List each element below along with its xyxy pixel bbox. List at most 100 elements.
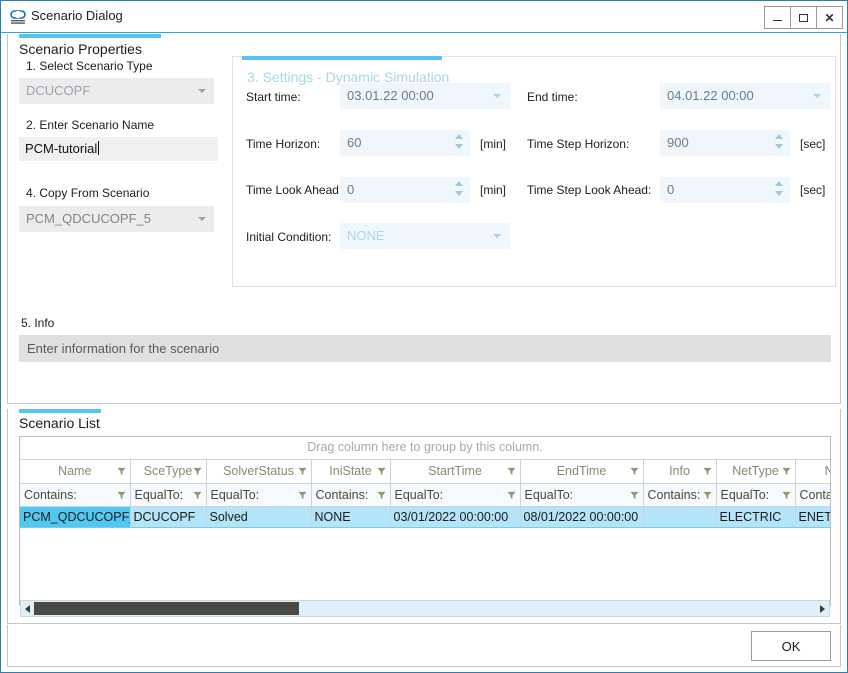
scroll-left-button[interactable]	[21, 601, 34, 616]
scrollbar-thumb[interactable]	[34, 602, 299, 615]
scenario-dialog-window: Scenario Dialog ✕ Scenario Properties 1.…	[0, 0, 848, 673]
time-step-horizon-spinner[interactable]: 900	[660, 130, 790, 156]
end-time-dropdown[interactable]: 04.01.22 00:00	[660, 83, 830, 109]
column-header-label: SolverStatus	[223, 464, 294, 479]
column-header-netnam[interactable]: NetNam	[795, 460, 830, 484]
time-step-look-ahead-label: Time Step Look Ahead:	[527, 183, 652, 197]
filter-funnel-icon[interactable]	[192, 491, 202, 500]
table-head: Name SceType SolverStatus IniState StartTime…	[20, 460, 830, 507]
scrollbar-track[interactable]	[34, 601, 816, 616]
filter-funnel-icon[interactable]	[297, 467, 307, 476]
time-step-look-ahead-spinner[interactable]: 0	[660, 177, 790, 203]
scenario-name-value: PCM-tutorial	[25, 141, 98, 156]
spinner-arrows-icon[interactable]	[775, 134, 784, 153]
column-filter-netnam[interactable]: Contains:	[795, 483, 830, 507]
end-time-label: End time:	[527, 90, 578, 104]
column-header-starttime[interactable]: StartTime	[390, 460, 521, 484]
time-look-ahead-value: 0	[347, 182, 355, 197]
maximize-button[interactable]	[790, 6, 817, 29]
column-filter-nettype[interactable]: EqualTo:	[716, 483, 796, 507]
window-title: Scenario Dialog	[31, 8, 123, 23]
cell-netnam[interactable]: ENET09_1	[795, 506, 830, 528]
scenario-list-heading: Scenario List	[19, 415, 100, 431]
horizontal-scrollbar[interactable]	[20, 600, 830, 617]
settings-tab-accent	[242, 56, 442, 60]
arrow-left-icon	[25, 604, 30, 613]
cell-starttime[interactable]: 03/01/2022 00:00:00	[390, 506, 521, 528]
cell-inistate[interactable]: NONE	[311, 506, 391, 528]
filter-funnel-icon[interactable]	[702, 467, 712, 476]
filter-funnel-icon[interactable]	[192, 467, 202, 476]
scroll-right-button[interactable]	[816, 601, 829, 616]
column-header-scetype[interactable]: SceType	[130, 460, 207, 484]
filter-funnel-icon[interactable]	[376, 467, 386, 476]
column-filter-label: EqualTo:	[720, 487, 770, 502]
link-chain-icon	[10, 10, 26, 24]
filter-funnel-icon[interactable]	[297, 491, 307, 500]
scenario-properties-panel: Scenario Properties 1. Select Scenario T…	[7, 34, 841, 404]
column-filter-label: EqualTo:	[210, 487, 260, 502]
column-header-label: NetType	[732, 464, 779, 479]
column-header-inistate[interactable]: IniState	[311, 460, 391, 484]
filter-funnel-icon[interactable]	[629, 467, 639, 476]
cell-endtime[interactable]: 08/01/2022 00:00:00	[520, 506, 644, 528]
column-filter-info[interactable]: Contains:	[643, 483, 717, 507]
minimize-button[interactable]	[764, 6, 791, 29]
cell-name[interactable]: PCM_QDCUCOPF_5	[20, 506, 131, 528]
column-header-label: IniState	[329, 464, 372, 479]
group-by-drop-area[interactable]: Drag column here to group by this column…	[20, 437, 830, 460]
filter-funnel-icon[interactable]	[702, 491, 712, 500]
filter-funnel-icon[interactable]	[506, 467, 516, 476]
column-filter-name[interactable]: Contains:	[20, 483, 131, 507]
filter-funnel-icon[interactable]	[781, 467, 791, 476]
scenario-type-dropdown[interactable]: DCUCOPF	[19, 78, 214, 104]
time-step-look-ahead-unit: [sec]	[800, 183, 826, 197]
start-time-dropdown[interactable]: 03.01.22 00:00	[340, 83, 510, 109]
scenario-type-value: DCUCOPF	[26, 83, 91, 98]
column-filter-inistate[interactable]: Contains:	[311, 483, 391, 507]
cell-scetype[interactable]: DCUCOPF	[130, 506, 207, 528]
column-header-name[interactable]: Name	[20, 460, 131, 484]
cell-info[interactable]	[643, 506, 717, 528]
spinner-arrows-icon[interactable]	[455, 134, 464, 153]
table-row[interactable]: PCM_QDCUCOPF_5DCUCOPFSolvedNONE03/01/202…	[20, 506, 830, 528]
copy-from-scenario-dropdown[interactable]: PCM_QDCUCOPF_5	[19, 206, 214, 232]
info-input[interactable]: Enter information for the scenario	[19, 335, 831, 362]
time-horizon-unit: [min]	[480, 137, 507, 151]
column-header-solverstatus[interactable]: SolverStatus	[206, 460, 312, 484]
time-look-ahead-unit: [min]	[480, 183, 507, 197]
column-filter-endtime[interactable]: EqualTo:	[520, 483, 644, 507]
start-time-label: Start time:	[246, 90, 301, 104]
column-filter-solverstatus[interactable]: EqualTo:	[206, 483, 312, 507]
spinner-arrows-icon[interactable]	[775, 181, 784, 200]
filter-funnel-icon[interactable]	[116, 491, 126, 500]
column-filter-scetype[interactable]: EqualTo:	[130, 483, 207, 507]
filter-funnel-icon[interactable]	[506, 491, 516, 500]
filter-funnel-icon[interactable]	[376, 491, 386, 500]
scenario-name-input[interactable]: PCM-tutorial	[19, 137, 218, 161]
time-step-horizon-value: 900	[667, 135, 689, 150]
column-header-info[interactable]: Info	[643, 460, 717, 484]
settings-group: 3. Settings - Dynamic Simulation Start t…	[232, 56, 836, 287]
close-button[interactable]: ✕	[816, 6, 843, 29]
filter-funnel-icon[interactable]	[781, 491, 791, 500]
chevron-down-icon	[493, 234, 501, 238]
info-label: 5. Info	[21, 316, 55, 330]
spinner-arrows-icon[interactable]	[455, 181, 464, 200]
column-filter-starttime[interactable]: EqualTo:	[390, 483, 521, 507]
cell-solverstatus[interactable]: Solved	[206, 506, 312, 528]
initial-condition-dropdown[interactable]: NONE	[340, 223, 510, 249]
time-look-ahead-spinner[interactable]: 0	[340, 177, 470, 203]
minimize-icon	[773, 19, 782, 21]
column-header-nettype[interactable]: NetType	[716, 460, 796, 484]
time-horizon-spinner[interactable]: 60	[340, 130, 470, 156]
cell-nettype[interactable]: ELECTRIC	[716, 506, 796, 528]
filter-funnel-icon[interactable]	[116, 467, 126, 476]
column-header-label: SceType	[143, 464, 193, 479]
filter-funnel-icon[interactable]	[629, 491, 639, 500]
column-filter-label: EqualTo:	[134, 487, 184, 502]
enter-scenario-name-label: 2. Enter Scenario Name	[26, 118, 155, 132]
column-header-endtime[interactable]: EndTime	[520, 460, 644, 484]
ok-button[interactable]: OK	[751, 631, 831, 661]
column-filter-label: EqualTo:	[394, 487, 444, 502]
